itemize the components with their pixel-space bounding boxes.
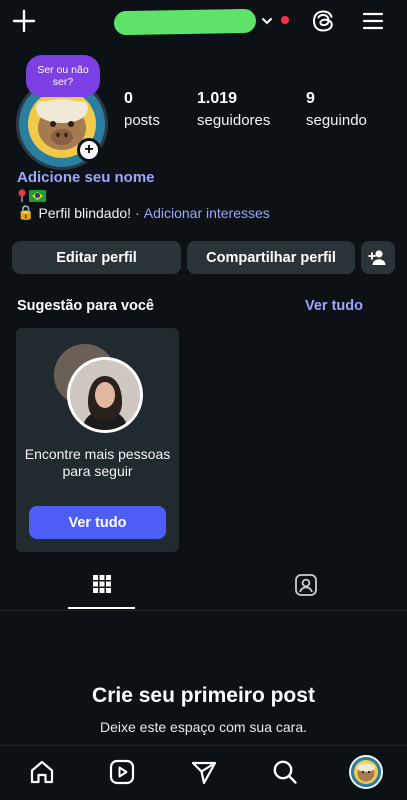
- direct-messages-icon[interactable]: [190, 758, 218, 786]
- share-profile-button[interactable]: Compartilhar perfil: [187, 241, 355, 274]
- suggestion-see-all-button[interactable]: Ver tudo: [29, 506, 166, 539]
- tab-tagged[interactable]: [272, 568, 339, 610]
- chevron-down-icon[interactable]: [260, 14, 274, 28]
- username-redacted[interactable]: [113, 8, 257, 36]
- tab-posts-grid[interactable]: [68, 568, 135, 610]
- profile-tab-avatar[interactable]: [349, 755, 383, 789]
- stat-posts[interactable]: 0 posts: [124, 90, 160, 129]
- bio-separator: ·: [135, 204, 140, 221]
- bio-emojis: [17, 187, 46, 205]
- hamburger-menu-icon[interactable]: [362, 10, 384, 32]
- add-story-plus-icon[interactable]: +: [77, 138, 101, 162]
- followers-label: seguidores: [197, 112, 271, 129]
- following-label: seguindo: [306, 112, 367, 129]
- create-plus-icon[interactable]: [12, 9, 36, 33]
- following-count: 9: [306, 90, 315, 107]
- threads-icon[interactable]: [310, 8, 336, 34]
- tabs-divider: [0, 610, 407, 611]
- suggestion-card-text: Encontre mais pessoas para seguir: [24, 446, 171, 479]
- empty-state-title: Crie seu primeiro post: [92, 684, 315, 707]
- bio-text: Perfil blindado!: [38, 204, 132, 221]
- empty-state-subtitle: Deixe este espaço com sua cara.: [100, 719, 307, 735]
- followers-count: 1.019: [197, 90, 238, 107]
- discover-people-button[interactable]: [361, 241, 395, 274]
- tagged-person-icon: [294, 573, 318, 597]
- home-icon[interactable]: [28, 758, 56, 786]
- note-bubble[interactable]: Ser ou não ser?: [26, 55, 100, 97]
- bio-line: 🔒 Perfil blindado! · Adicionar interesse…: [17, 204, 270, 221]
- posts-label: posts: [124, 112, 160, 129]
- suggestions-title: Sugestão para você: [17, 298, 154, 314]
- search-icon[interactable]: [271, 758, 299, 786]
- brazil-flag-icon: [29, 190, 46, 202]
- stat-followers[interactable]: 1.019 seguidores: [197, 90, 270, 129]
- active-tab-indicator: [68, 607, 135, 609]
- location-pin-icon: [17, 189, 27, 203]
- add-name-link[interactable]: Adicione seu nome: [17, 169, 155, 186]
- lock-icon: 🔒: [17, 204, 35, 220]
- edit-profile-button[interactable]: Editar perfil: [12, 241, 181, 274]
- add-interests-link[interactable]: Adicionar interesses: [144, 205, 270, 221]
- posts-count: 0: [124, 90, 133, 107]
- stat-following[interactable]: 9 seguindo: [306, 90, 367, 129]
- add-person-icon: [368, 249, 388, 267]
- reels-icon[interactable]: [108, 758, 136, 786]
- notification-dot: [281, 16, 289, 24]
- grid-icon: [92, 574, 112, 594]
- suggested-profile-photo: [67, 357, 143, 433]
- suggestions-see-all-link[interactable]: Ver tudo: [305, 298, 363, 314]
